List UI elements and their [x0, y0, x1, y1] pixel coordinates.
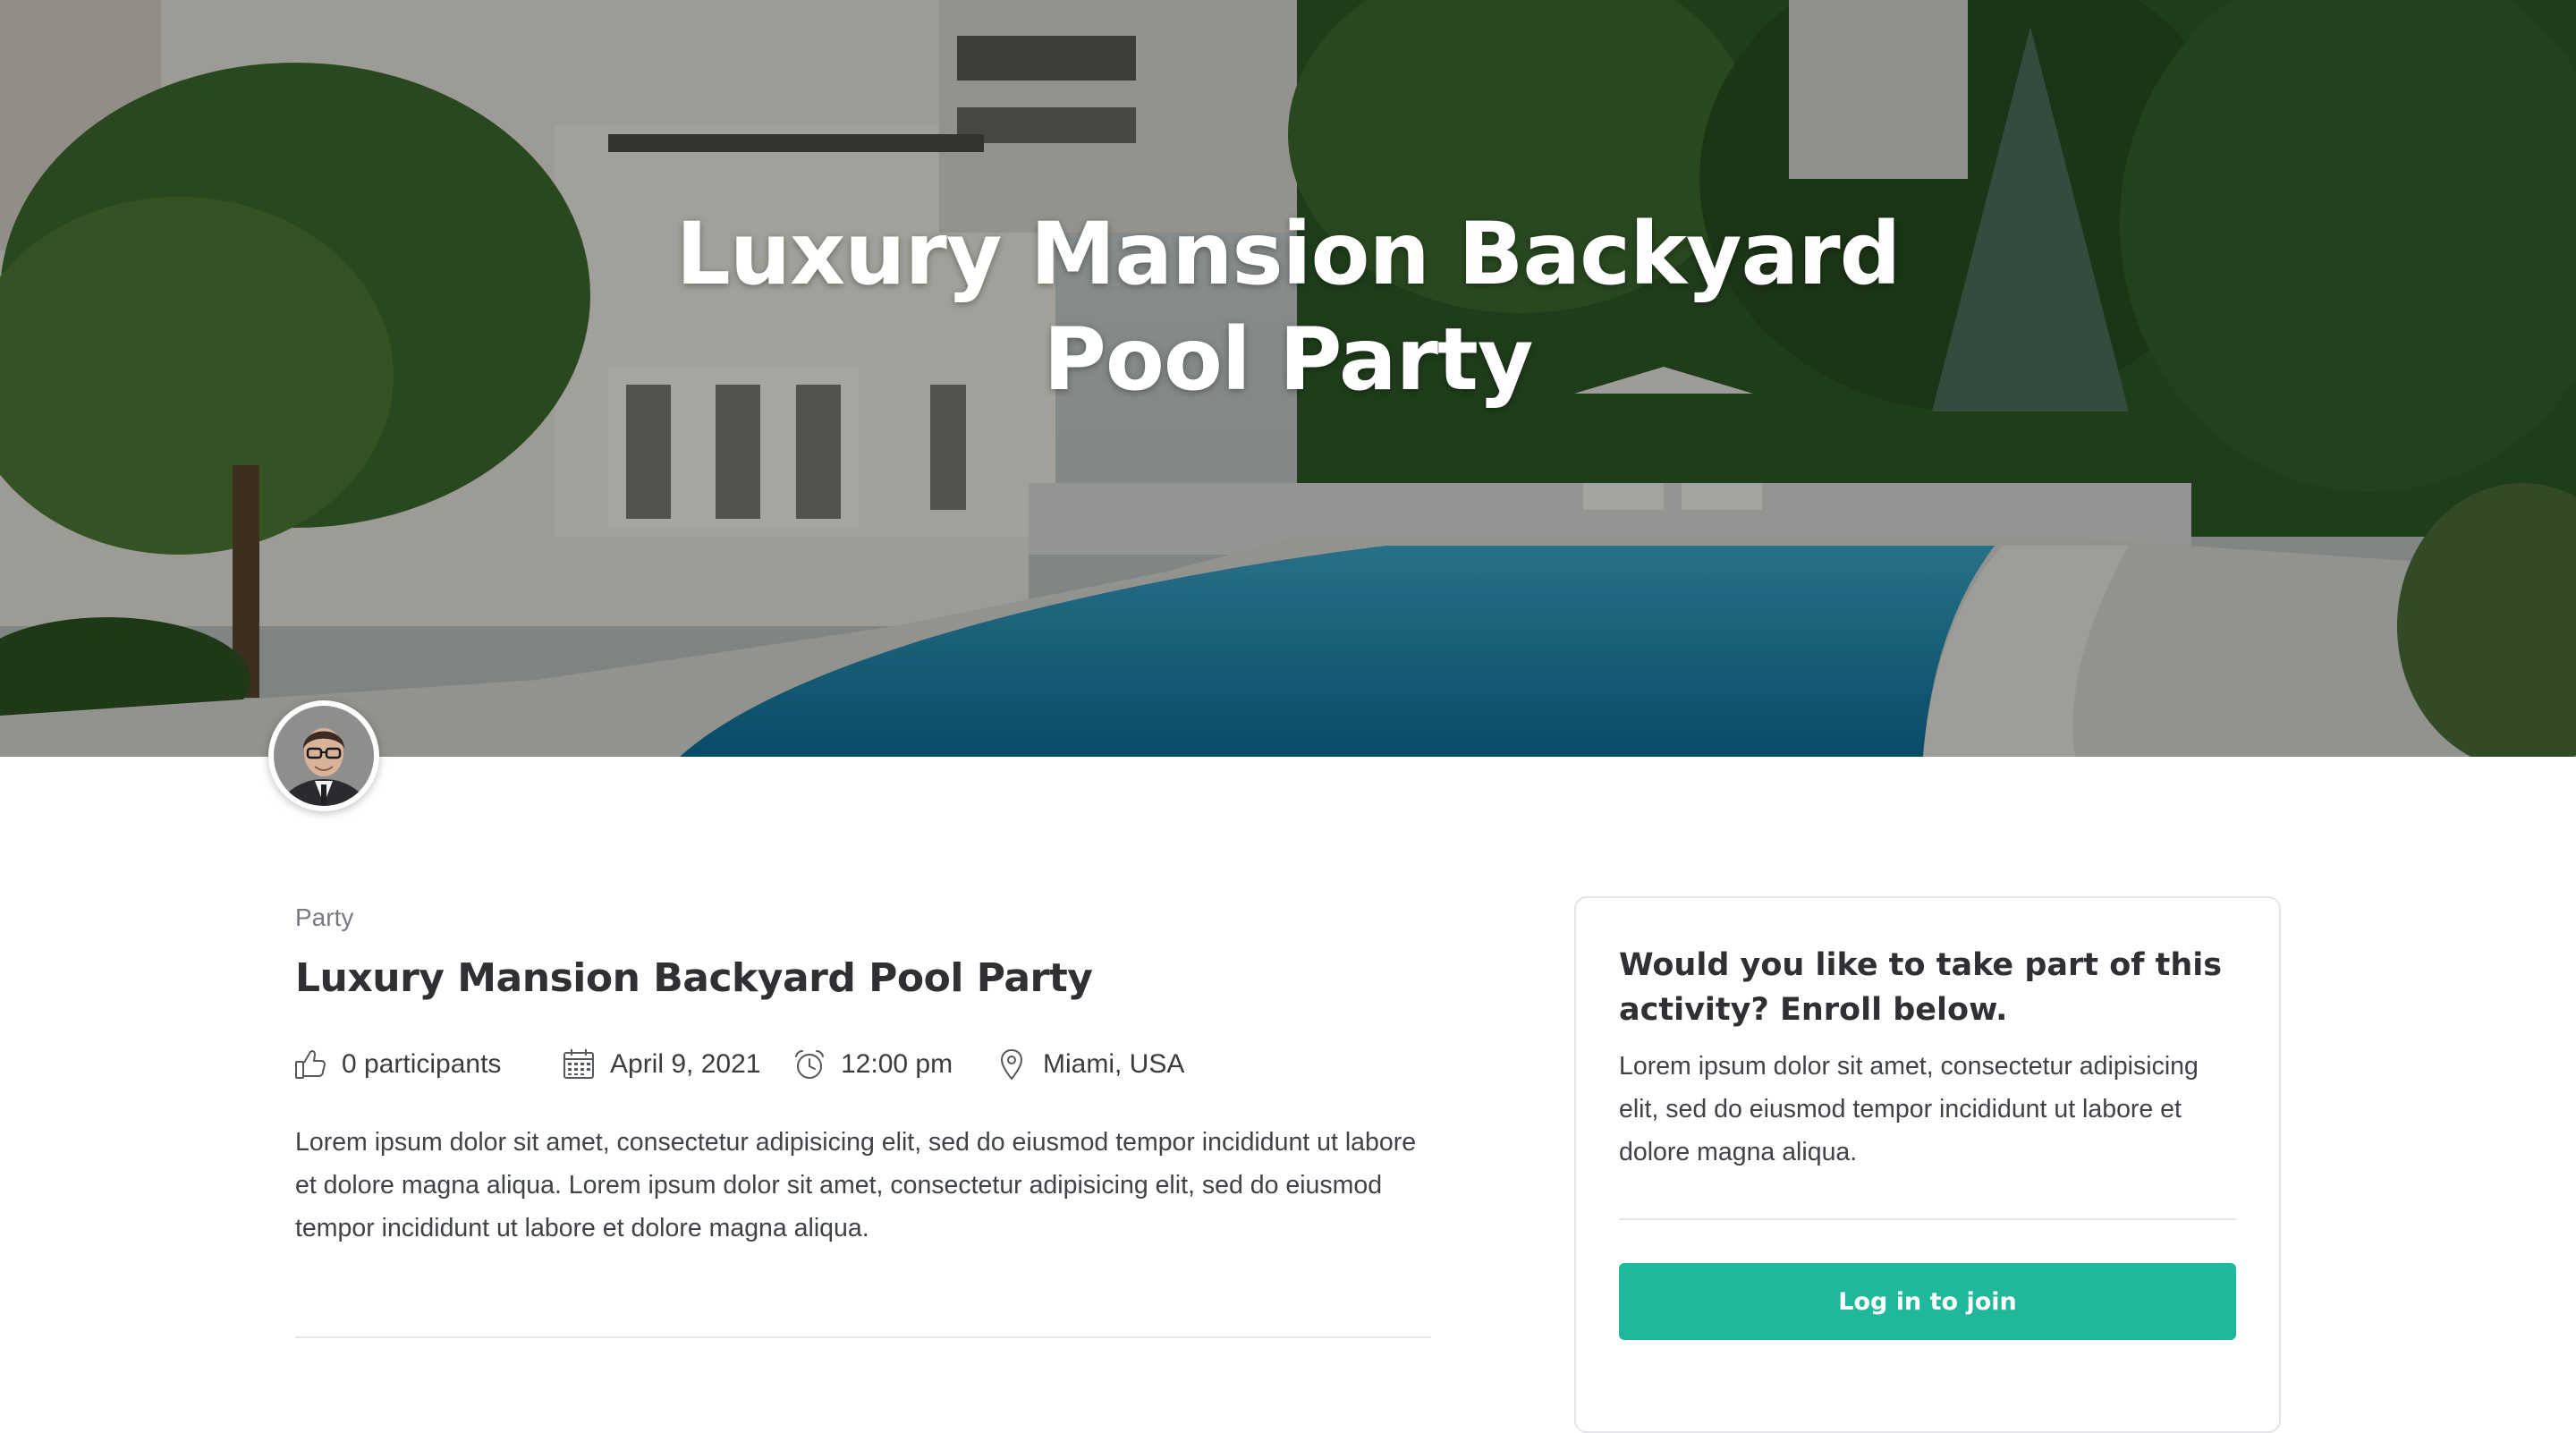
hero-title: Luxury Mansion Backyard Pool Party [675, 204, 1902, 410]
content-divider [295, 1336, 1431, 1338]
log-in-to-join-button[interactable]: Log in to join [1619, 1263, 2236, 1340]
map-pin-icon [1000, 1048, 1023, 1081]
enroll-title: Would you like to take part of this acti… [1619, 947, 2223, 1028]
enroll-divider [1619, 1218, 2236, 1220]
thumbs-up-icon [295, 1050, 326, 1079]
location-meta: Miami, USA [995, 1045, 1184, 1084]
alarm-clock-icon [795, 1050, 824, 1079]
enroll-text: Lorem ipsum dolor sit amet, consectetur … [1619, 1052, 2199, 1166]
person-portrait-image [274, 706, 374, 806]
event-description: Lorem ipsum dolor sit amet, consectetur … [295, 1128, 1417, 1242]
event-date: April 9, 2021 [610, 1049, 761, 1079]
event-title: Luxury Mansion Backyard Pool Party [295, 955, 1093, 1001]
event-time: 12:00 pm [841, 1049, 953, 1079]
time-meta: 12:00 pm [792, 1045, 953, 1084]
date-meta: April 9, 2021 [562, 1045, 760, 1084]
event-location: Miami, USA [1043, 1049, 1185, 1079]
participants-count: 0 participants [342, 1049, 502, 1079]
hero-banner: Luxury Mansion Backyard Pool Party [0, 0, 2576, 757]
calendar-icon [564, 1049, 594, 1079]
enroll-card: Would you like to take part of this acti… [1574, 896, 2281, 1433]
participants-meta: 0 participants [293, 1045, 501, 1084]
event-category: Party [295, 903, 354, 931]
organizer-avatar[interactable] [268, 700, 379, 811]
